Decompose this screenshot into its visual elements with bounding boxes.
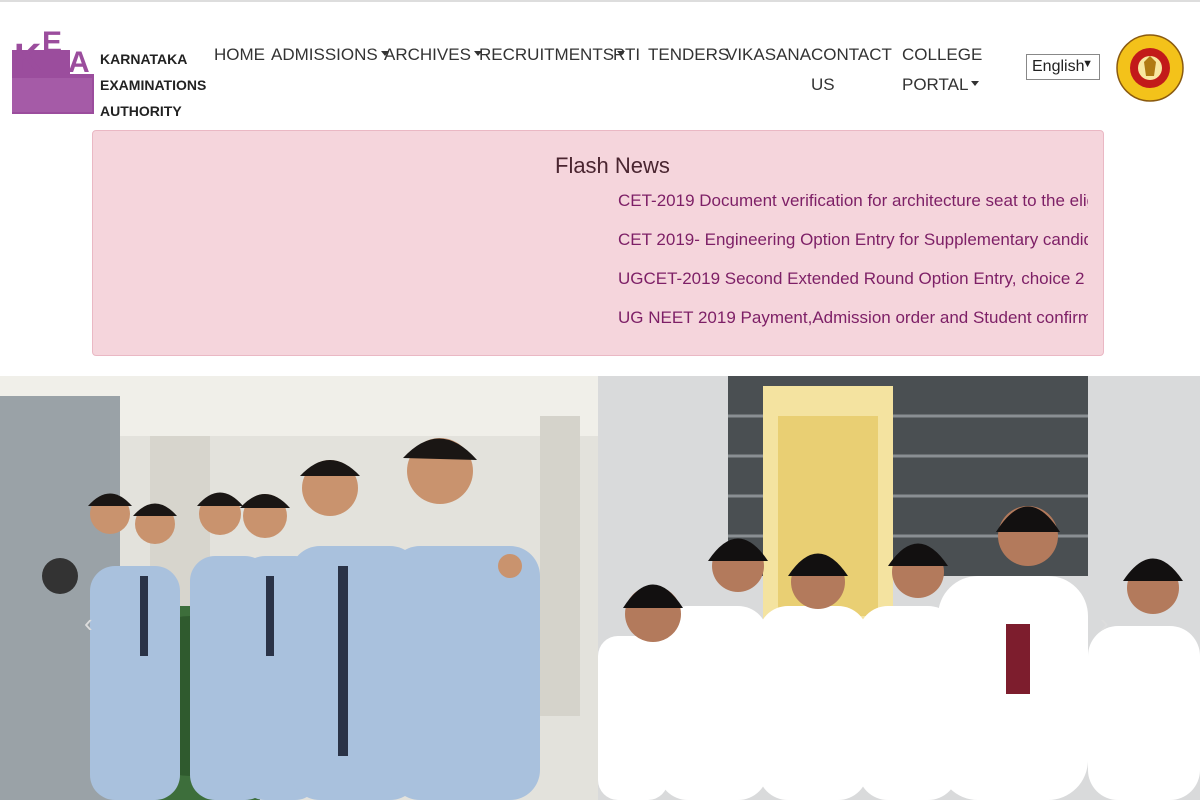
nav-tenders-label: TENDERS: [648, 45, 730, 64]
nav-admissions[interactable]: ADMISSIONS: [271, 40, 389, 70]
carousel-prev-button[interactable]: ‹: [84, 608, 93, 639]
svg-text:A: A: [68, 46, 90, 79]
nav-archives-label: ARCHIVES: [384, 45, 471, 64]
nav-contact-us[interactable]: CONTACT US: [811, 40, 892, 100]
carousel-next-button[interactable]: ›: [1100, 608, 1109, 639]
news-item[interactable]: UG NEET 2019 Payment,Admission order and…: [618, 308, 1088, 328]
logo-line-2: EXAMINATIONS: [100, 77, 207, 93]
engineering-students-photo: [0, 376, 598, 800]
flash-news-title: Flash News: [555, 153, 670, 178]
flash-news-panel: Flash News CET-2019 Document verificatio…: [92, 130, 1104, 356]
flash-news-ticker: CET-2019 Document verification for archi…: [618, 187, 1088, 347]
nav-recruitments[interactable]: RECRUITMENTS: [479, 40, 626, 70]
medical-students-photo: [598, 376, 1200, 800]
nav-vikasana[interactable]: VIKASANA: [726, 40, 811, 70]
kea-logo-mark: K E A: [12, 26, 94, 114]
svg-text:E: E: [42, 26, 62, 59]
language-selected: English: [1032, 58, 1085, 75]
select-arrow-icon: ▼: [1082, 58, 1093, 70]
nav-recruitments-label: RECRUITMENTS: [479, 45, 615, 64]
nav-tenders[interactable]: TENDERS: [648, 40, 729, 70]
nav-home[interactable]: HOME: [214, 40, 265, 70]
nav-rti[interactable]: RTI: [613, 40, 640, 70]
nav-rti-label: RTI: [613, 45, 641, 64]
svg-text:K: K: [14, 37, 42, 79]
nav-college-line1: COLLEGE: [902, 45, 983, 64]
news-item[interactable]: CET 2019- Engineering Option Entry for S…: [618, 230, 1088, 250]
hero-carousel: ‹ ›: [0, 376, 1200, 800]
nav-vikasana-label: VIKASANA: [726, 45, 812, 64]
nav-college-line2: PORTAL: [902, 75, 969, 94]
language-select[interactable]: English ▼: [1026, 54, 1100, 80]
site-header: K E A KARNATAKA EXAMINATIONS AUTHORITY H…: [0, 0, 1200, 122]
nav-home-label: HOME: [214, 45, 265, 64]
nav-contact-line2: US: [811, 75, 835, 94]
karnataka-emblem[interactable]: [1116, 20, 1184, 116]
nav-admissions-label: ADMISSIONS: [271, 45, 378, 64]
logo-wordmark: KARNATAKA EXAMINATIONS AUTHORITY: [100, 46, 206, 124]
kea-logo[interactable]: K E A KARNATAKA EXAMINATIONS AUTHORITY: [12, 22, 206, 119]
news-item[interactable]: UGCET-2019 Second Extended Round Option …: [618, 269, 1088, 289]
nav-contact-line1: CONTACT: [811, 45, 892, 64]
news-item[interactable]: CET-2019 Document verification for archi…: [618, 191, 1088, 211]
caret-down-icon: [971, 81, 980, 87]
nav-archives[interactable]: ARCHIVES: [384, 40, 482, 70]
logo-line-3: AUTHORITY: [100, 103, 182, 119]
logo-line-1: KARNATAKA: [100, 51, 188, 67]
nav-college-portal[interactable]: COLLEGE PORTAL: [902, 40, 982, 100]
